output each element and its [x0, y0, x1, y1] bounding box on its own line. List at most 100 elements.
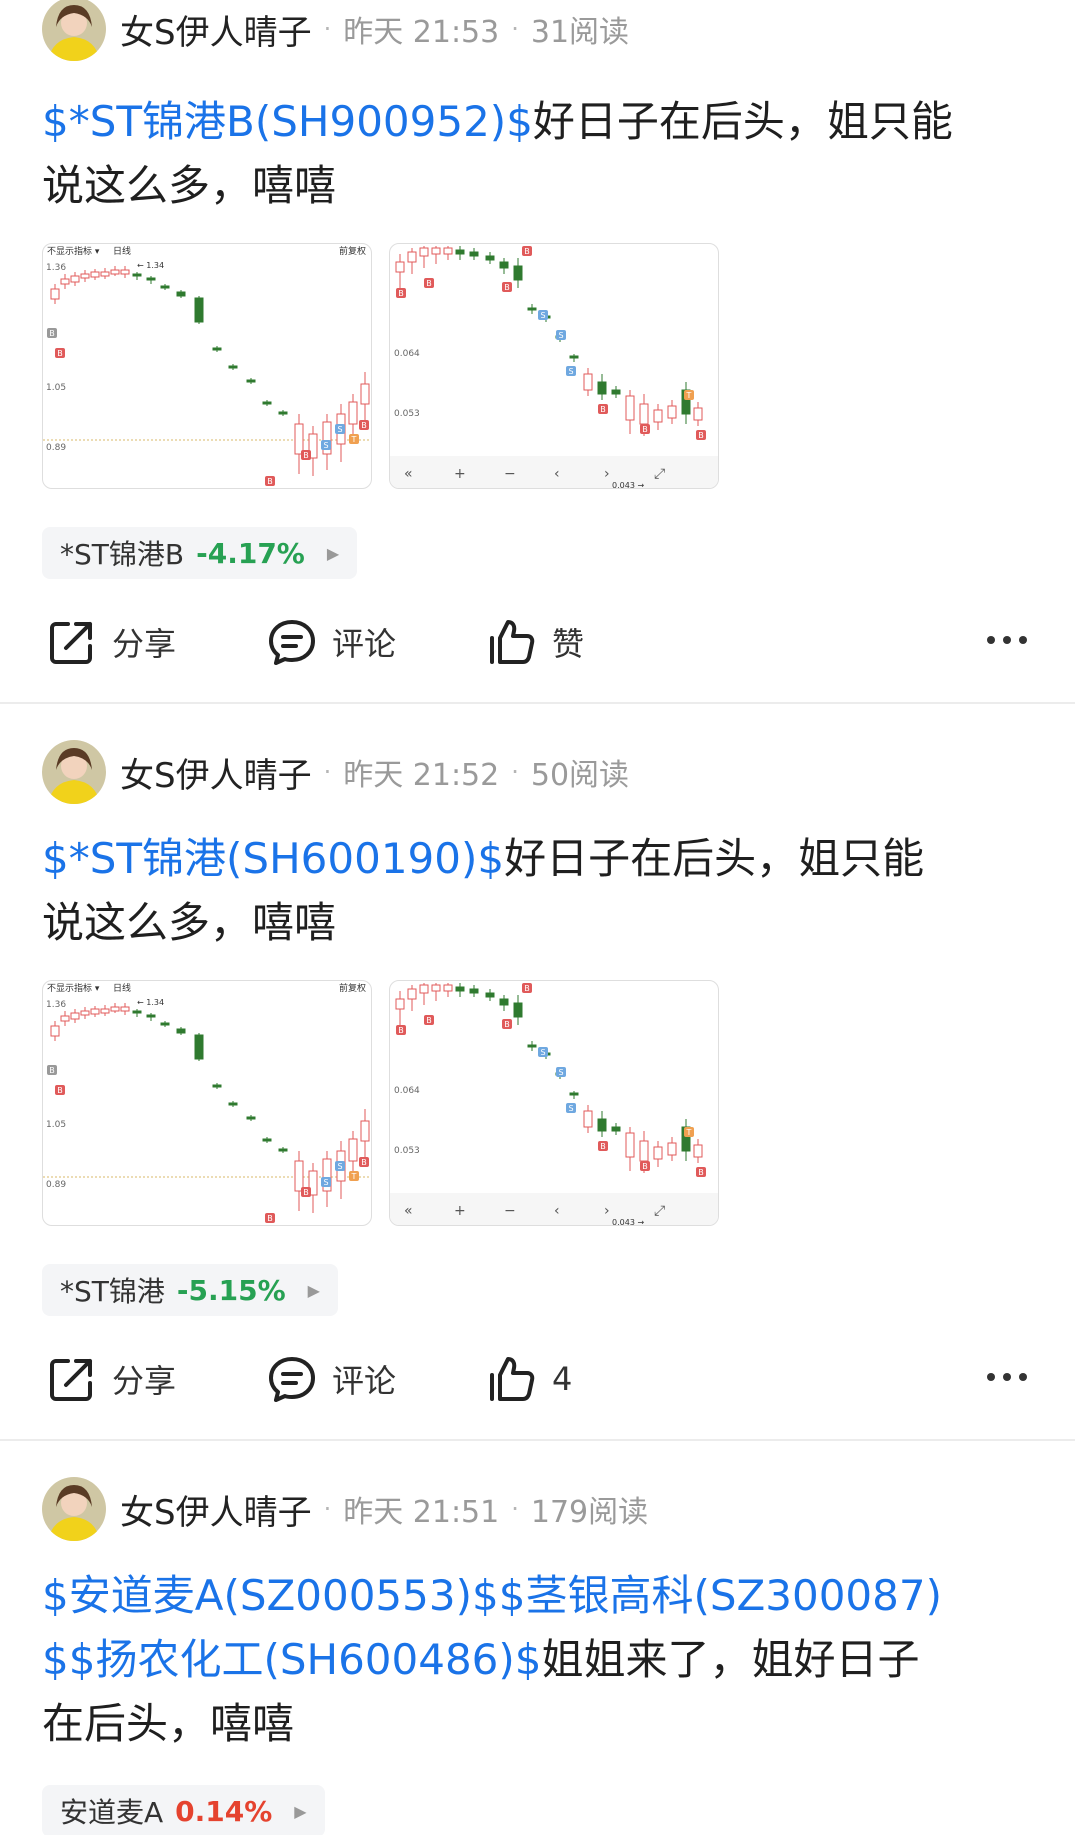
trade-marker-label: T: [351, 435, 357, 444]
post-3[interactable]: 女S伊人晴子 · 昨天 21:51 · 179阅读 $安道麦A(SZ000553…: [0, 1474, 1075, 1835]
like-button[interactable]: 赞: [486, 612, 584, 672]
trade-marker-label: S: [540, 1048, 545, 1057]
stock-tag-change: -4.17%: [196, 536, 305, 570]
play-icon: ▶: [294, 1801, 307, 1821]
price-marker: 0.043 →: [612, 481, 644, 489]
candle: [395, 261, 405, 273]
candle: [611, 1126, 621, 1132]
post-2[interactable]: 女S伊人晴子 · 昨天 21:52 · 50阅读 $*ST锦港(SH600190…: [0, 737, 1075, 1437]
trade-marker-label: S: [568, 367, 573, 376]
more-icon[interactable]: [987, 636, 1027, 644]
chart-tool-button: +: [454, 1203, 466, 1219]
share-button[interactable]: 分享: [46, 1349, 176, 1409]
trade-marker-label: B: [57, 349, 63, 358]
comment-button[interactable]: 评论: [266, 1349, 396, 1409]
candle: [597, 381, 607, 395]
candle: [455, 249, 465, 255]
trade-marker-label: B: [698, 431, 704, 440]
comment-label: 评论: [332, 625, 397, 663]
candle: [90, 271, 100, 278]
candle: [499, 998, 509, 1006]
read-count: 179阅读: [530, 1495, 649, 1530]
trade-marker-label: B: [267, 1214, 273, 1223]
thumbs-up-icon: [490, 1357, 535, 1401]
period-label: 日线: [113, 982, 131, 994]
indicator-select: 不显示指标 ▾: [47, 245, 100, 257]
chart-tool-button: ›: [604, 466, 610, 482]
price-marker: 0.043 →: [612, 1218, 644, 1226]
comment-button[interactable]: 评论: [266, 612, 396, 672]
read-count: 31阅读: [530, 15, 630, 50]
stock-link[interactable]: $安道麦A(SZ000553)$: [42, 1571, 499, 1620]
author-name[interactable]: 女S伊人晴子: [120, 5, 312, 54]
candle: [294, 1160, 304, 1192]
period-label: 日线: [113, 245, 131, 257]
chart-thumbnail-zoomed[interactable]: 0.064 0.053 B B B B S S S B B T B « + − ‹ › ⤢ 0.043 →: [389, 980, 719, 1226]
candle: [443, 984, 453, 992]
candle: [194, 297, 204, 323]
chart-thumbnail-daily[interactable]: 不显示指标 ▾ 日线 前复权 1.36 1.05 0.89 ← 1.34 B B B B S S T B: [42, 243, 372, 489]
chart-thumbnail-daily[interactable]: 不显示指标 ▾ 日线 前复权 1.36 1.05 0.89 ← 1.34 B B B B S S T B: [42, 980, 372, 1226]
stock-link[interactable]: $*ST锦港(SH600190)$: [42, 834, 504, 883]
chart-tool-button: ⤢: [654, 1203, 665, 1219]
post-text: 好日子在后头，姐只能: [532, 97, 953, 146]
stock-tag[interactable]: 安道麦A 0.14% ▶: [42, 1785, 325, 1835]
candle: [431, 247, 441, 255]
post-text: 好日子在后头，姐只能: [504, 834, 925, 883]
avatar[interactable]: [42, 1477, 106, 1541]
candle: [146, 277, 156, 281]
candle: [278, 1148, 288, 1152]
trade-marker-label: B: [524, 247, 530, 256]
post-content: $*ST锦港(SH600190)$好日子在后头，姐只能 说这么多，嘻嘻: [42, 827, 1042, 955]
price-marker: ← 1.34: [137, 261, 164, 270]
candle: [469, 988, 479, 994]
candle: [360, 383, 370, 405]
candle: [110, 1006, 120, 1012]
trade-marker-label: B: [642, 425, 648, 434]
stock-tag[interactable]: *ST锦港B -4.17% ▶: [42, 527, 358, 579]
trade-marker-label: B: [49, 1066, 55, 1075]
chart-thumbnail-zoomed[interactable]: 0.064 0.053 B B B B S S S B B T B « + − ‹ › ⤢ 0.043 →: [389, 243, 719, 489]
post-text: 说这么多，嘻嘻: [42, 898, 337, 947]
price-marker: ← 1.34: [137, 998, 164, 1007]
trade-marker-label: B: [600, 1142, 606, 1151]
candle: [160, 1022, 170, 1026]
trade-marker-label: B: [698, 1168, 704, 1177]
separator-dot: ·: [323, 1495, 332, 1523]
candle: [262, 401, 272, 405]
trade-marker-label: B: [642, 1162, 648, 1171]
author-name[interactable]: 女S伊人晴子: [120, 1485, 312, 1534]
more-icon[interactable]: [987, 1373, 1027, 1381]
stock-link[interactable]: $*ST锦港B(SH900952)$: [42, 97, 533, 146]
stock-tag[interactable]: *ST锦港 -5.15% ▶: [42, 1264, 338, 1316]
candle: [485, 255, 495, 261]
candle: [583, 1110, 593, 1128]
candle: [395, 998, 405, 1010]
author-name[interactable]: 女S伊人晴子: [120, 748, 312, 797]
play-icon: ▶: [307, 1280, 320, 1300]
y-tick-label: 1.36: [46, 263, 66, 273]
avatar[interactable]: [42, 740, 106, 804]
candle: [469, 251, 479, 257]
trade-marker-label: S: [323, 1178, 328, 1187]
thumbs-up-icon: [490, 620, 535, 664]
post-content: $安道麦A(SZ000553)$$茎银高科(SZ300087) $$扬农化工(S…: [42, 1564, 1042, 1756]
share-button[interactable]: 分享: [46, 612, 176, 672]
stock-link[interactable]: $茎银高科(SZ300087): [499, 1571, 942, 1620]
y-tick-label: 1.36: [46, 1000, 66, 1010]
like-button[interactable]: 4: [486, 1349, 572, 1409]
post-time: 昨天 21:51: [343, 1495, 500, 1530]
y-tick-label: 1.05: [46, 1120, 66, 1130]
candle: [348, 401, 358, 425]
stock-link[interactable]: $$扬农化工(SH600486)$: [42, 1635, 542, 1684]
trade-marker-label: B: [303, 1188, 309, 1197]
candle: [132, 1010, 142, 1014]
author-row: 女S伊人晴子 · 昨天 21:51 · 179阅读: [42, 1474, 648, 1544]
avatar[interactable]: [42, 0, 106, 61]
candlestick-chart: 不显示指标 ▾ 日线 前复权1.361.050.89← 1.34BBBBSSTB: [43, 245, 371, 486]
candlestick-chart: 不显示指标 ▾ 日线 前复权1.361.050.89← 1.34BBBBSSTB: [43, 982, 371, 1223]
candle: [50, 1025, 60, 1037]
trade-marker-label: B: [267, 477, 273, 486]
candle: [80, 1010, 90, 1016]
post-1[interactable]: 女S伊人晴子 · 昨天 21:53 · 31阅读 $*ST锦港B(SH90095…: [0, 0, 1075, 665]
